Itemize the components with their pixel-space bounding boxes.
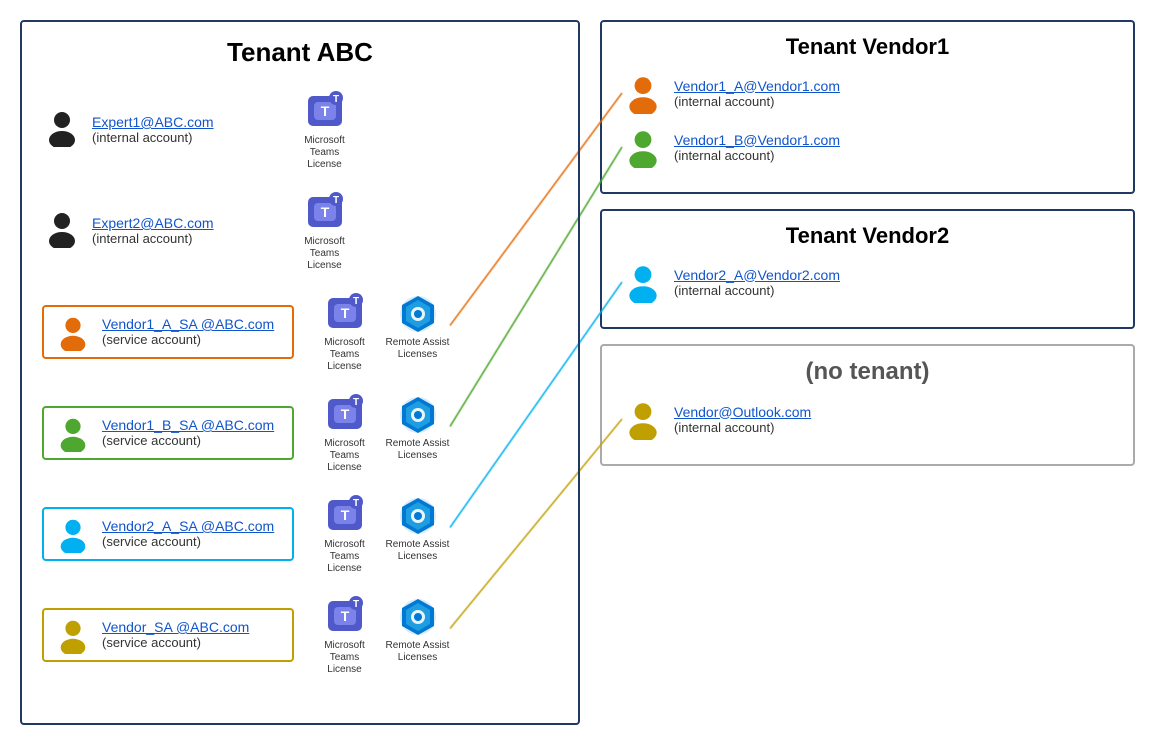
vendor1a-sa-type: (service account) <box>102 332 282 347</box>
svg-text:T: T <box>340 406 349 422</box>
vendor-outlook-icon <box>622 398 664 440</box>
expert1-row: Expert1@ABC.com (internal account) T T M… <box>42 88 558 171</box>
expert1-email[interactable]: Expert1@ABC.com <box>92 114 272 130</box>
svg-text:T: T <box>320 204 329 220</box>
teams-license-label2: Microsoft Teams License <box>292 236 357 272</box>
vendor1b-type: (internal account) <box>674 148 840 163</box>
svg-text:T: T <box>352 397 358 408</box>
vendor-outlook-type: (internal account) <box>674 420 811 435</box>
vendor2a-icon <box>622 261 664 303</box>
vendor2a-sa-licenses: T T Microsoft Teams License Remote Assi <box>312 492 450 575</box>
vendor2a-sa-row: Vendor2_A_SA @ABC.com (service account) … <box>42 492 558 575</box>
vendor-sa-row: Vendor_SA @ABC.com (service account) T T… <box>42 593 558 676</box>
vendor1b-sa-box: Vendor1_B_SA @ABC.com (service account) <box>42 406 294 460</box>
teams-license-label: Microsoft Teams License <box>292 135 357 171</box>
expert2-info: Expert2@ABC.com (internal account) <box>92 215 272 246</box>
svg-text:T: T <box>340 305 349 321</box>
tenant-vendor2-panel: Tenant Vendor2 Vendor2_A@Vendor2.com (in… <box>600 209 1135 329</box>
tenant-abc-title: Tenant ABC <box>42 37 558 68</box>
no-tenant-title: (no tenant) <box>622 358 1113 386</box>
vendor2a-type: (internal account) <box>674 283 840 298</box>
vendor1b-info: Vendor1_B@Vendor1.com (internal account) <box>674 132 840 163</box>
vendor2a-remote-license: Remote Assist Licenses <box>385 492 450 563</box>
svg-text:T: T <box>352 296 358 307</box>
expert2-licenses: T T Microsoft Teams License <box>292 189 357 272</box>
vendor2a-sa-info: Vendor2_A_SA @ABC.com (service account) <box>102 518 282 549</box>
expert1-teams-license: T T Microsoft Teams License <box>292 88 357 171</box>
vendor1a-teams-license: T T Microsoft Teams License <box>312 290 377 373</box>
vendor1a-sa-email[interactable]: Vendor1_A_SA @ABC.com <box>102 316 282 332</box>
vendor-outlook-email[interactable]: Vendor@Outlook.com <box>674 404 811 420</box>
vendor1a-icon <box>622 72 664 114</box>
expert1-info: Expert1@ABC.com (internal account) <box>92 114 272 145</box>
vendor1b-row: Vendor1_B@Vendor1.com (internal account) <box>622 126 1113 168</box>
vendor1a-row: Vendor1_A@Vendor1.com (internal account) <box>622 72 1113 114</box>
vendor2a-email[interactable]: Vendor2_A@Vendor2.com <box>674 267 840 283</box>
svg-text:T: T <box>340 608 349 624</box>
vendor2a-sa-email[interactable]: Vendor2_A_SA @ABC.com <box>102 518 282 534</box>
svg-text:T: T <box>332 195 338 206</box>
expert2-email[interactable]: Expert2@ABC.com <box>92 215 272 231</box>
vendor1b-sa-type: (service account) <box>102 433 282 448</box>
vendor1b-email[interactable]: Vendor1_B@Vendor1.com <box>674 132 840 148</box>
tenant-vendor1-title: Tenant Vendor1 <box>622 34 1113 60</box>
expert2-icon <box>42 208 82 253</box>
vendor-sa-teams-license: T T Microsoft Teams License <box>312 593 377 676</box>
svg-text:T: T <box>352 498 358 509</box>
vendor1b-remote-license: Remote Assist Licenses <box>385 391 450 462</box>
tenant-vendor1-panel: Tenant Vendor1 Vendor1_A@Vendor1.com (in… <box>600 20 1135 194</box>
vendor-outlook-row: Vendor@Outlook.com (internal account) <box>622 398 1113 440</box>
svg-text:T: T <box>320 103 329 119</box>
no-tenant-panel: (no tenant) Vendor@Outlook.com (internal… <box>600 344 1135 466</box>
vendor-sa-remote-license: Remote Assist Licenses <box>385 593 450 664</box>
vendor1b-sa-info: Vendor1_B_SA @ABC.com (service account) <box>102 417 282 448</box>
vendor1a-sa-info: Vendor1_A_SA @ABC.com (service account) <box>102 316 282 347</box>
vendor-sa-email[interactable]: Vendor_SA @ABC.com <box>102 619 282 635</box>
right-panels: Tenant Vendor1 Vendor1_A@Vendor1.com (in… <box>600 20 1135 725</box>
vendor1a-type: (internal account) <box>674 94 840 109</box>
expert1-licenses: T T Microsoft Teams License <box>292 88 357 171</box>
vendor1a-sa-row: Vendor1_A_SA @ABC.com (service account) … <box>42 290 558 373</box>
vendor-sa-licenses: T T Microsoft Teams License Remote Assi <box>312 593 450 676</box>
tenant-abc-panel: Tenant ABC Expert1@ABC.com (internal acc… <box>20 20 580 725</box>
expert2-teams-license: T T Microsoft Teams License <box>292 189 357 272</box>
tenant-vendor2-title: Tenant Vendor2 <box>622 223 1113 249</box>
vendor2a-sa-box: Vendor2_A_SA @ABC.com (service account) <box>42 507 294 561</box>
vendor1a-sa-licenses: T T Microsoft Teams License <box>312 290 450 373</box>
vendor2a-sa-type: (service account) <box>102 534 282 549</box>
svg-text:T: T <box>352 599 358 610</box>
svg-text:T: T <box>340 507 349 523</box>
vendor1b-teams-license: T T Microsoft Teams License <box>312 391 377 474</box>
svg-text:T: T <box>332 94 338 105</box>
expert1-icon <box>42 107 82 152</box>
vendor1b-sa-licenses: T T Microsoft Teams License Remote Assi <box>312 391 450 474</box>
vendor2a-row: Vendor2_A@Vendor2.com (internal account) <box>622 261 1113 303</box>
vendor1a-remote-license: Remote Assist Licenses <box>385 290 450 361</box>
vendor-outlook-info: Vendor@Outlook.com (internal account) <box>674 404 811 435</box>
vendor-sa-box: Vendor_SA @ABC.com (service account) <box>42 608 294 662</box>
vendor1b-icon <box>622 126 664 168</box>
vendor1a-sa-box: Vendor1_A_SA @ABC.com (service account) <box>42 305 294 359</box>
vendor1b-sa-email[interactable]: Vendor1_B_SA @ABC.com <box>102 417 282 433</box>
expert2-type: (internal account) <box>92 231 272 246</box>
vendor2a-info: Vendor2_A@Vendor2.com (internal account) <box>674 267 840 298</box>
vendor-sa-type: (service account) <box>102 635 282 650</box>
vendor1a-email[interactable]: Vendor1_A@Vendor1.com <box>674 78 840 94</box>
vendor1a-info: Vendor1_A@Vendor1.com (internal account) <box>674 78 840 109</box>
expert2-row: Expert2@ABC.com (internal account) T T M… <box>42 189 558 272</box>
expert1-type: (internal account) <box>92 130 272 145</box>
vendor-sa-info: Vendor_SA @ABC.com (service account) <box>102 619 282 650</box>
vendor1b-sa-row: Vendor1_B_SA @ABC.com (service account) … <box>42 391 558 474</box>
vendor2a-teams-license: T T Microsoft Teams License <box>312 492 377 575</box>
